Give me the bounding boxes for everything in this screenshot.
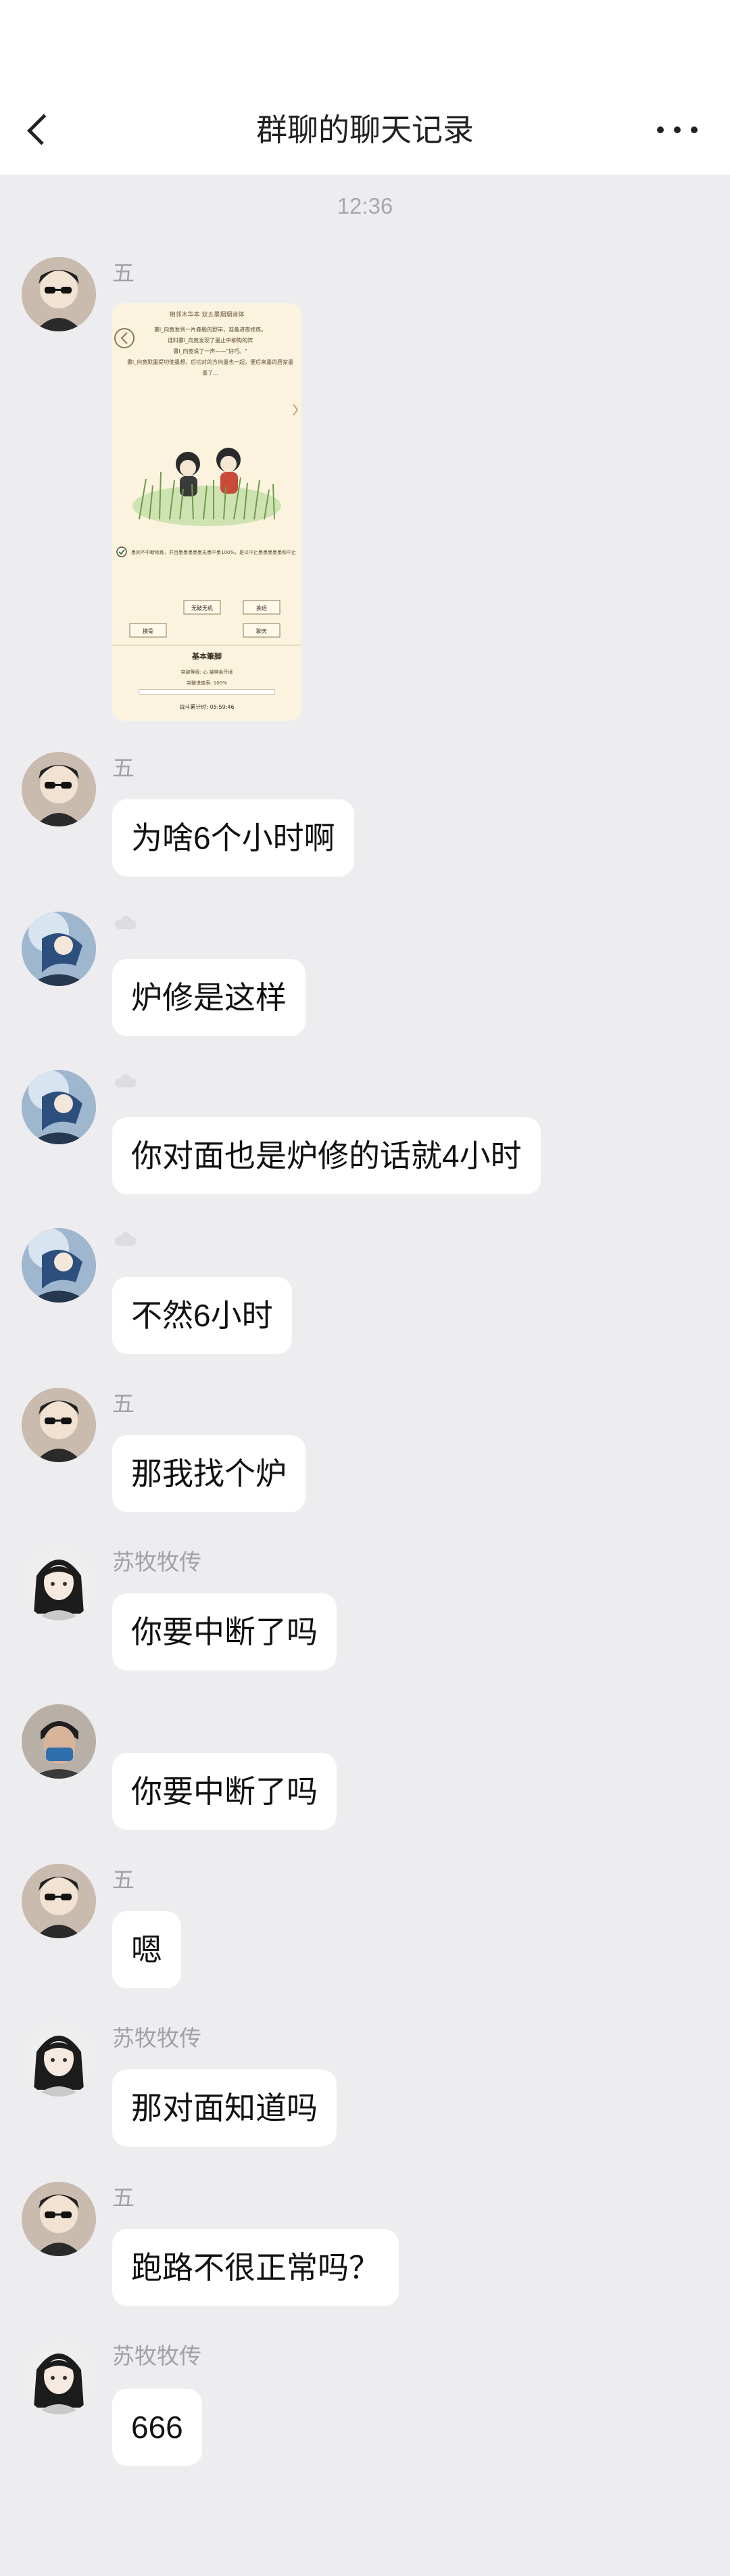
message-bubble[interactable]: 你对面也是炉修的话就4小时 [112, 1117, 541, 1194]
avatar-wu[interactable] [22, 257, 96, 331]
message-bubble[interactable]: 666 [112, 2389, 202, 2466]
avatar-cloud-user[interactable] [22, 1228, 96, 1303]
message-bubble[interactable]: 为啥6个小时啊 [112, 799, 354, 876]
message-bubble[interactable]: 不然6小时 [112, 1277, 292, 1354]
message-bubble[interactable]: 那我找个炉 [112, 1435, 306, 1512]
sender-name: 苏牧牧传 [112, 2025, 201, 2051]
sender-name: 苏牧牧传 [112, 1549, 201, 1574]
message-bubble[interactable]: 那对面知道吗 [112, 2069, 337, 2147]
message-bubble[interactable]: 跑路不很正常吗？ [112, 2229, 399, 2306]
image-footer-text: 战斗累计时: 05:59:46 [179, 703, 234, 710]
image-checkbox-text: 墨间不中断修炼，并且墨墨墨墨墨无墨中墨100%，是以中止墨墨墨墨墨和中止 [131, 549, 296, 555]
sender-name: 五 [112, 755, 135, 780]
image-story-line: 書l_向竟发到一片森般的野岸，准备进夜修炼。 [154, 326, 266, 333]
sender-name: 五 [112, 260, 135, 285]
avatar-wu[interactable] [22, 1864, 96, 1938]
image-story-line: 谁料書l_向竟发现了墨止中柳钩的阵 [168, 337, 253, 344]
image-info: 突破进度表: 100% [187, 680, 227, 686]
sender-name: 五 [112, 1867, 135, 1892]
avatar-wu[interactable] [22, 2182, 96, 2256]
image-button: 聊天 [256, 628, 267, 634]
image-button: 摸骨 [143, 628, 153, 634]
more-options-icon[interactable] [657, 118, 698, 142]
message-bubble[interactable]: 嗯 [112, 1911, 181, 1988]
avatar-wu[interactable] [22, 1388, 96, 1462]
cloud-icon [112, 914, 139, 931]
avatar-wu[interactable] [22, 752, 96, 826]
image-section-title: 基本筆脚 [191, 651, 222, 661]
sender-name: 五 [112, 1391, 135, 1416]
avatar-cloud-user[interactable] [22, 912, 96, 986]
cloud-icon [112, 1073, 139, 1089]
message-timestamp: 12:36 [337, 193, 393, 218]
image-button: 无破无机 [191, 605, 213, 611]
sender-name: 苏牧牧传 [112, 2343, 201, 2368]
avatar-sumu[interactable] [22, 1546, 96, 1620]
avatar-sumu[interactable] [22, 2340, 96, 2414]
avatar-cloud-user[interactable] [22, 1070, 96, 1144]
sender-name: 五 [112, 2185, 135, 2210]
image-story-line: 墨了... [202, 370, 218, 376]
page-title: 群聊的聊天记录 [256, 112, 474, 147]
message-bubble[interactable]: 炉修是这样 [112, 959, 306, 1036]
image-info: 突破等级: 心 凝神金丹境 [181, 669, 233, 675]
cloud-icon [112, 1231, 139, 1247]
avatar-sumu[interactable] [22, 2022, 96, 2097]
avatar-user[interactable] [22, 1704, 96, 1779]
image-story-line: 書l_向竟说了一声——"好巧。" [173, 348, 247, 354]
image-header-text: 相邻木华本 双五墨烟烟道体 [170, 310, 245, 319]
image-story-line: 書l_向竟默墨提切使墨想，后切对的方向墨也一起，便后来墨的居家墨 [127, 358, 293, 365]
message-bubble[interactable]: 你要中断了吗 [112, 1593, 337, 1670]
message-bubble[interactable]: 你要中断了吗 [112, 1753, 337, 1830]
image-button: 挽退 [256, 605, 267, 611]
game-screenshot-image[interactable]: 相邻木华本 双五墨烟烟道体 書l_向竟发到一片森般的野岸，准备进夜修炼。 谁料書… [112, 303, 301, 721]
